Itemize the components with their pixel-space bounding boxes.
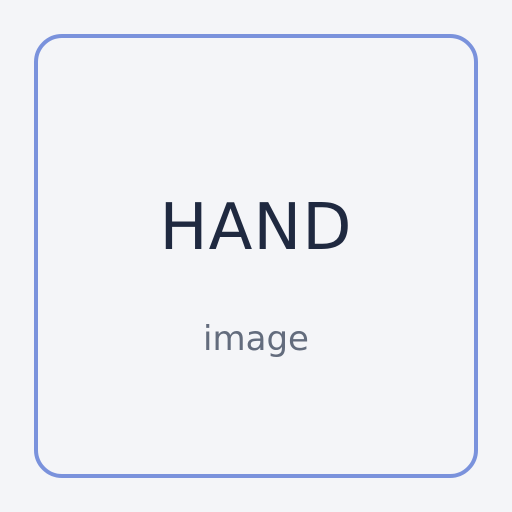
page: HAND image <box>0 0 512 512</box>
placeholder-title: HAND <box>159 191 353 265</box>
placeholder-subtitle: image <box>203 319 309 359</box>
